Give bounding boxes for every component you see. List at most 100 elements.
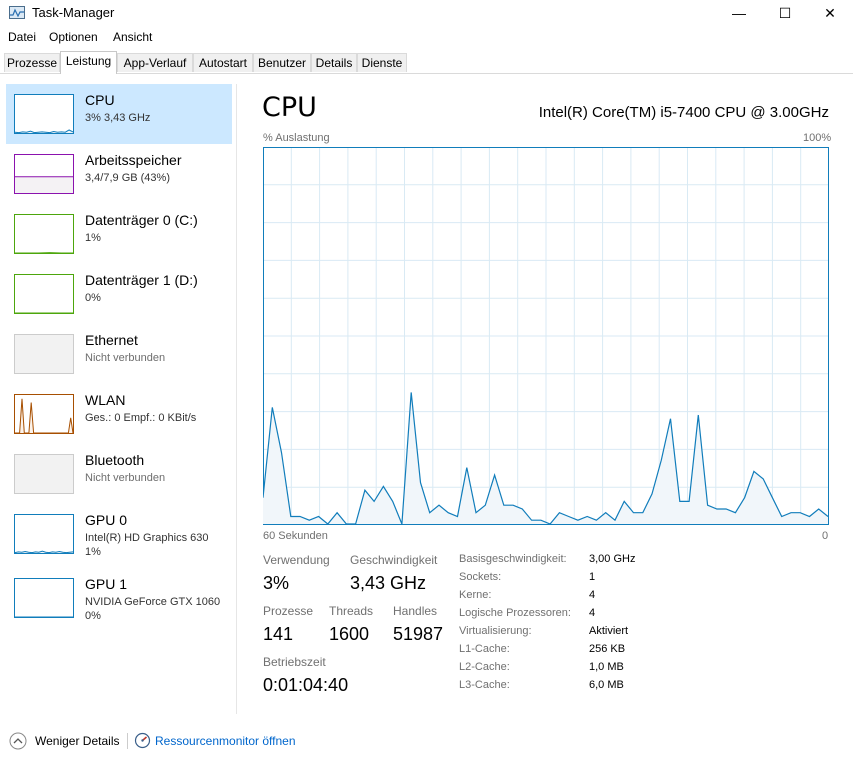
- disk-0-mini-graph: [14, 214, 74, 254]
- info-key: Basisgeschwindigkeit:: [459, 553, 567, 565]
- sidebar-item-detail: Intel(R) HD Graphics 630: [85, 532, 209, 544]
- menu-optionen[interactable]: Optionen: [49, 30, 98, 44]
- uptime-value: 0:01:04:40: [263, 675, 349, 695]
- info-value: 256 KB: [589, 643, 626, 655]
- info-value: 1: [589, 571, 596, 583]
- cpu-usage-graph: [263, 147, 829, 525]
- sidebar-item-gpu-0[interactable]: GPU 0 Intel(R) HD Graphics 630 1%: [6, 504, 232, 564]
- fewer-details-link[interactable]: Weniger Details: [35, 734, 119, 748]
- resource-monitor-icon[interactable]: [134, 732, 151, 749]
- info-key: Logische Prozessoren:: [459, 607, 571, 619]
- info-value: Aktiviert: [589, 625, 629, 637]
- info-value: 4: [589, 607, 596, 619]
- sidebar-item-detail: 1%: [85, 232, 101, 244]
- x-axis-left-label: 60 Sekunden: [263, 530, 328, 542]
- resource-monitor-link[interactable]: Ressourcenmonitor öffnen: [155, 734, 296, 748]
- mini-graph-frame: [14, 578, 74, 618]
- info-key: L3-Cache:: [459, 679, 510, 691]
- speed-value: 3,43 GHz: [350, 573, 427, 593]
- cpu-mini-graph: [14, 94, 74, 134]
- chevron-up-circle-icon[interactable]: [9, 732, 27, 750]
- bluetooth-mini-graph: [14, 454, 74, 494]
- sidebar-item-name: Arbeitsspeicher: [85, 152, 182, 168]
- sidebar-item-bluetooth[interactable]: Bluetooth Nicht verbunden: [6, 444, 232, 504]
- tab-dienste[interactable]: Dienste: [357, 53, 407, 72]
- processes-value: 141: [263, 624, 294, 644]
- speed-label: Geschwindigkeit: [350, 553, 438, 567]
- sidebar-item-detail: Nicht verbunden: [85, 472, 166, 484]
- sidebar-item-name: WLAN: [85, 392, 126, 408]
- info-value: 4: [589, 589, 596, 601]
- sidebar-item-name: GPU 0: [85, 512, 128, 528]
- usage-label: Verwendung: [263, 553, 330, 567]
- sidebar-item-disk-1[interactable]: Datenträger 1 (D:) 0%: [6, 264, 232, 324]
- sidebar-item-cpu[interactable]: CPU 3% 3,43 GHz: [6, 84, 232, 144]
- memory-mini-graph: [14, 154, 74, 194]
- sidebar-item-detail: 0%: [85, 292, 101, 304]
- sidebar-item-detail: 3,4/7,9 GB (43%): [85, 172, 170, 184]
- sidebar-item-name: Datenträger 1 (D:): [85, 272, 198, 288]
- sidebar-item-detail: 3% 3,43 GHz: [85, 112, 151, 124]
- title-bar: Task-Manager — ☐ ✕: [0, 0, 853, 26]
- sidebar-item-detail: Ges.: 0 Empf.: 0 KBit/s: [85, 412, 197, 424]
- page-title: CPU: [262, 92, 317, 123]
- mini-graph-frame: [14, 94, 74, 134]
- mini-graph-area: [15, 176, 73, 193]
- sidebar-item-memory[interactable]: Arbeitsspeicher 3,4/7,9 GB (43%): [6, 144, 232, 204]
- task-manager-icon: [9, 6, 25, 19]
- handles-value: 51987: [393, 624, 444, 644]
- sidebar-item-ethernet[interactable]: Ethernet Nicht verbunden: [6, 324, 232, 384]
- info-value: 6,0 MB: [589, 679, 624, 691]
- resource-sidebar: CPU 3% 3,43 GHz Arbeitsspeicher 3,4/7,9 …: [0, 84, 237, 714]
- window-title: Task-Manager: [32, 5, 115, 20]
- y-axis-max-label: 100%: [803, 132, 832, 144]
- cpu-model-name: Intel(R) Core(TM) i5-7400 CPU @ 3.00GHz: [538, 104, 829, 121]
- info-key: L1-Cache:: [459, 643, 510, 655]
- info-key: L2-Cache:: [459, 661, 510, 673]
- tab-prozesse[interactable]: Prozesse: [4, 53, 60, 72]
- sidebar-item-name: Bluetooth: [85, 452, 145, 468]
- tab-app-verlauf[interactable]: App-Verlauf: [117, 53, 193, 72]
- threads-label: Threads: [329, 604, 374, 618]
- mini-graph-frame: [14, 214, 74, 254]
- sidebar-item-usage: 0%: [85, 610, 101, 622]
- tab-leistung[interactable]: Leistung: [60, 51, 117, 74]
- info-value: 3,00 GHz: [589, 553, 636, 565]
- threads-value: 1600: [329, 624, 370, 644]
- usage-value: 3%: [263, 573, 290, 593]
- processes-label: Prozesse: [263, 604, 314, 618]
- wlan-mini-graph: [14, 394, 74, 434]
- info-key: Kerne:: [459, 589, 492, 601]
- sidebar-item-name: CPU: [85, 92, 115, 108]
- mini-graph-frame: [14, 454, 74, 494]
- minimize-button[interactable]: —: [716, 0, 762, 26]
- sidebar-item-gpu-1[interactable]: GPU 1 NVIDIA GeForce GTX 1060 0%: [6, 570, 232, 630]
- gpu-0-mini-graph: [14, 514, 74, 554]
- handles-label: Handles: [393, 604, 438, 618]
- uptime-label: Betriebszeit: [263, 655, 326, 669]
- menu-ansicht[interactable]: Ansicht: [113, 30, 152, 44]
- divider: [127, 733, 128, 749]
- info-value: 1,0 MB: [589, 661, 624, 673]
- sidebar-item-disk-0[interactable]: Datenträger 0 (C:) 1%: [6, 204, 232, 264]
- tab-benutzer[interactable]: Benutzer: [253, 53, 311, 72]
- sidebar-item-detail: Nicht verbunden: [85, 352, 166, 364]
- info-key: Virtualisierung:: [459, 625, 532, 637]
- menu-datei[interactable]: Datei: [8, 30, 36, 44]
- sidebar-item-wlan[interactable]: WLAN Ges.: 0 Empf.: 0 KBit/s: [6, 384, 232, 444]
- tab-autostart[interactable]: Autostart: [193, 53, 253, 72]
- tab-details[interactable]: Details: [311, 53, 357, 72]
- sidebar-item-usage: 1%: [85, 546, 101, 558]
- footer-bar: Weniger Details Ressourcenmonitor öffnen: [0, 726, 853, 756]
- disk-1-mini-graph: [14, 274, 74, 314]
- ethernet-mini-graph: [14, 334, 74, 374]
- mini-graph-frame: [14, 514, 74, 554]
- maximize-button[interactable]: ☐: [762, 0, 808, 26]
- mini-graph-frame: [14, 274, 74, 314]
- gpu-1-mini-graph: [14, 578, 74, 618]
- sidebar-item-name: Ethernet: [85, 332, 138, 348]
- info-key: Sockets:: [459, 571, 502, 583]
- close-button[interactable]: ✕: [807, 0, 853, 26]
- y-axis-label: % Auslastung: [263, 132, 330, 144]
- tab-bar: Prozesse Leistung App-Verlauf Autostart …: [0, 51, 853, 74]
